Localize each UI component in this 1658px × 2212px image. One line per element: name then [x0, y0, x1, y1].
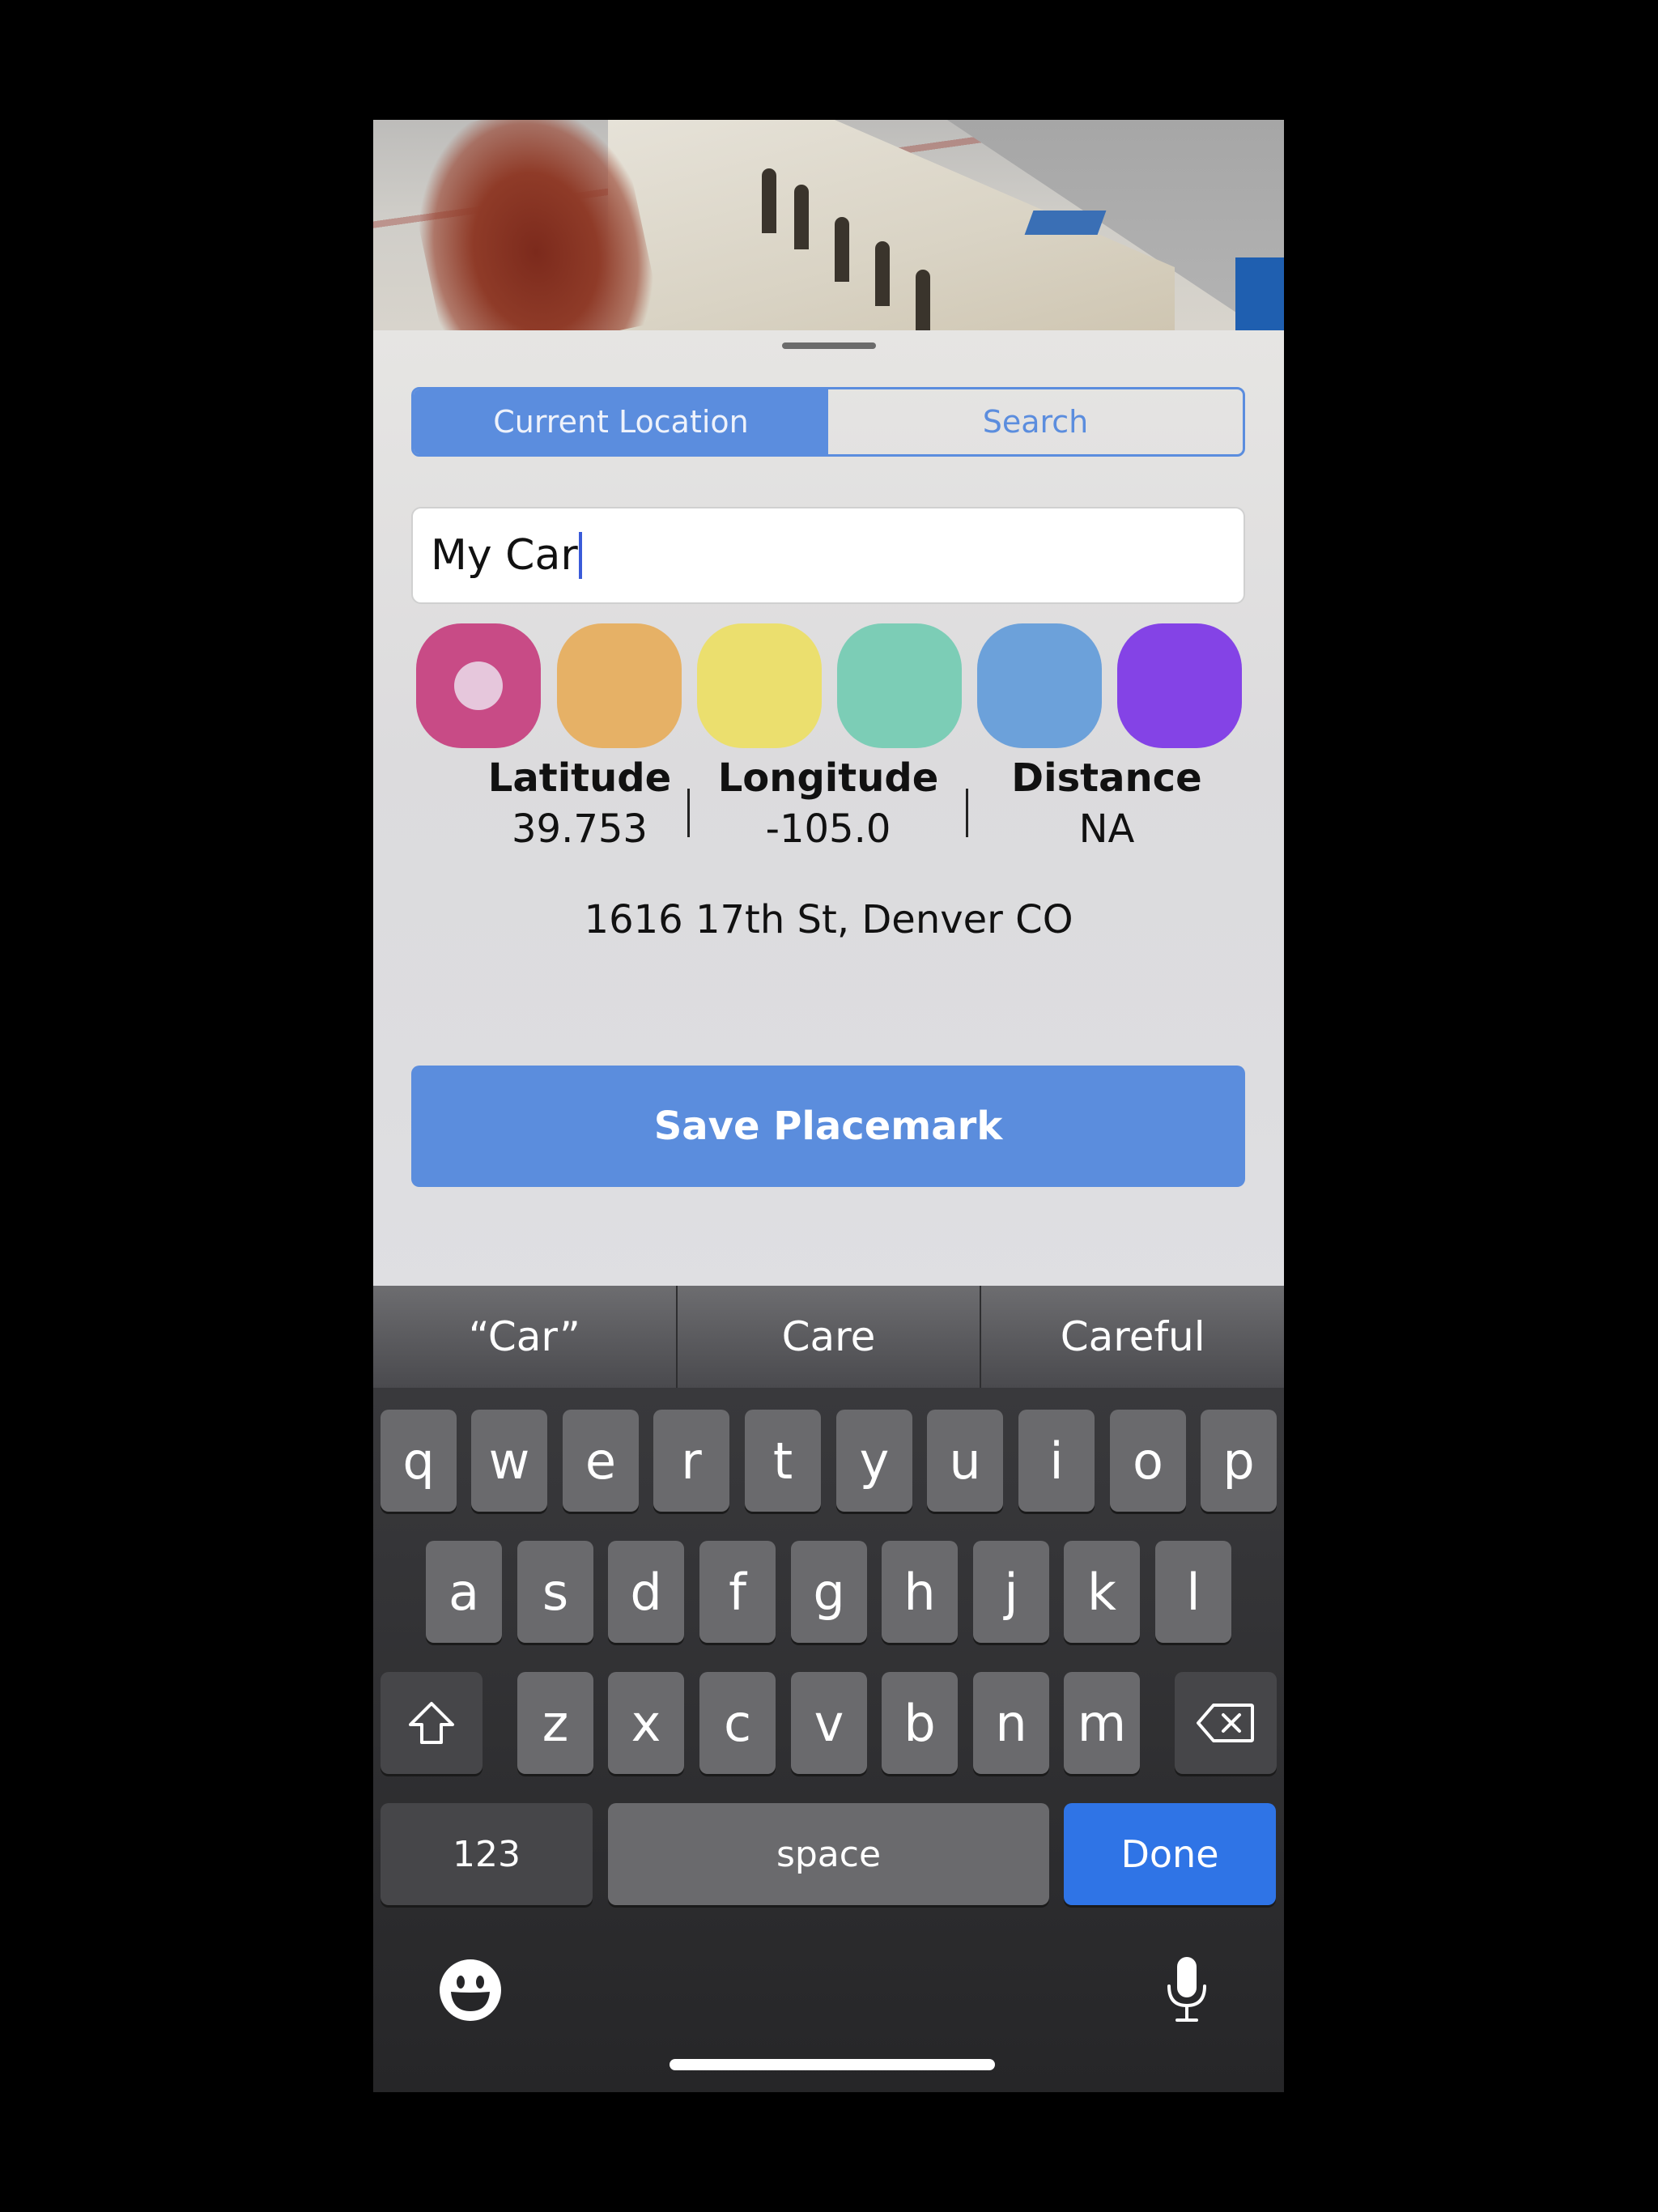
color-swatch-purple[interactable]	[1117, 623, 1242, 748]
add-placemark-sheet: Current Location Search My Car Latitude …	[373, 330, 1284, 1407]
key-y[interactable]: y	[836, 1410, 912, 1512]
save-placemark-button[interactable]: Save Placemark	[411, 1066, 1245, 1187]
sheet-grabber[interactable]	[782, 342, 876, 349]
distance-label: Distance	[1011, 755, 1202, 801]
key-j[interactable]: j	[973, 1541, 1049, 1643]
delete-icon	[1197, 1704, 1254, 1742]
key-z[interactable]: z	[517, 1672, 593, 1774]
key-t[interactable]: t	[745, 1410, 821, 1512]
emoji-button[interactable]	[430, 1950, 511, 2031]
emoji-icon	[440, 1959, 501, 2021]
key-g[interactable]: g	[791, 1541, 867, 1643]
key-a[interactable]: a	[426, 1541, 502, 1643]
key-x[interactable]: x	[608, 1672, 684, 1774]
key-l[interactable]: l	[1155, 1541, 1231, 1643]
distance-value: NA	[1078, 806, 1135, 852]
key-h[interactable]: h	[882, 1541, 958, 1643]
latitude-value: 39.753	[512, 806, 648, 852]
keyboard: “Car” Care Careful q w e r t y u i o p a…	[373, 1286, 1284, 2092]
color-swatch-orange[interactable]	[557, 623, 682, 748]
longitude-label: Longitude	[717, 755, 939, 801]
longitude-stat: Longitude -105.0	[707, 751, 950, 853]
color-picker	[416, 623, 1242, 748]
key-f[interactable]: f	[699, 1541, 776, 1643]
color-swatch-pink[interactable]	[416, 623, 541, 748]
key-q[interactable]: q	[380, 1410, 457, 1512]
color-swatch-blue[interactable]	[977, 623, 1102, 748]
key-i[interactable]: i	[1018, 1410, 1095, 1512]
key-s[interactable]: s	[517, 1541, 593, 1643]
latitude-label: Latitude	[487, 755, 672, 801]
key-m[interactable]: m	[1064, 1672, 1140, 1774]
location-stats: Latitude 39.753 Longitude -105.0 Distanc…	[373, 751, 1284, 865]
key-r[interactable]: r	[653, 1410, 729, 1512]
placemark-name-value: My Car	[431, 531, 578, 580]
distance-stat: Distance NA	[985, 751, 1228, 853]
home-indicator[interactable]	[670, 2059, 995, 2070]
numbers-key[interactable]: 123	[380, 1803, 593, 1905]
shift-icon	[409, 1702, 454, 1744]
text-caret	[578, 532, 582, 579]
latitude-stat: Latitude 39.753	[458, 751, 701, 853]
key-b[interactable]: b	[882, 1672, 958, 1774]
header-photo	[373, 120, 1284, 330]
key-u[interactable]: u	[927, 1410, 1003, 1512]
address-label: 1616 17th St, Denver CO	[584, 897, 1073, 942]
keyboard-suggestions: “Car” Care Careful	[373, 1286, 1284, 1388]
key-n[interactable]: n	[973, 1672, 1049, 1774]
selected-indicator	[454, 661, 503, 710]
key-v[interactable]: v	[791, 1672, 867, 1774]
location-source-control[interactable]: Current Location Search	[411, 387, 1245, 457]
key-w[interactable]: w	[471, 1410, 547, 1512]
key-c[interactable]: c	[699, 1672, 776, 1774]
color-swatch-yellow[interactable]	[697, 623, 822, 748]
mic-icon	[1167, 1957, 1206, 2022]
done-key[interactable]: Done	[1064, 1803, 1276, 1905]
key-d[interactable]: d	[608, 1541, 684, 1643]
segment-current-location[interactable]: Current Location	[414, 389, 828, 454]
stat-divider	[966, 789, 968, 837]
space-key[interactable]: space	[608, 1803, 1049, 1905]
stat-divider	[687, 789, 690, 837]
suggestion-item[interactable]: “Car”	[373, 1286, 676, 1388]
suggestion-item[interactable]: Care	[675, 1286, 980, 1388]
shift-key[interactable]	[380, 1672, 483, 1774]
suggestion-item[interactable]: Careful	[980, 1286, 1284, 1388]
key-p[interactable]: p	[1201, 1410, 1277, 1512]
key-e[interactable]: e	[563, 1410, 639, 1512]
longitude-value: -105.0	[765, 806, 891, 852]
placemark-name-input[interactable]: My Car	[411, 507, 1245, 604]
phone-screen: Current Location Search My Car Latitude …	[373, 120, 1284, 2092]
mic-button[interactable]	[1146, 1946, 1227, 2035]
segment-search[interactable]: Search	[828, 389, 1243, 454]
delete-key[interactable]	[1175, 1672, 1277, 1774]
key-k[interactable]: k	[1064, 1541, 1140, 1643]
key-o[interactable]: o	[1110, 1410, 1186, 1512]
color-swatch-green[interactable]	[837, 623, 962, 748]
